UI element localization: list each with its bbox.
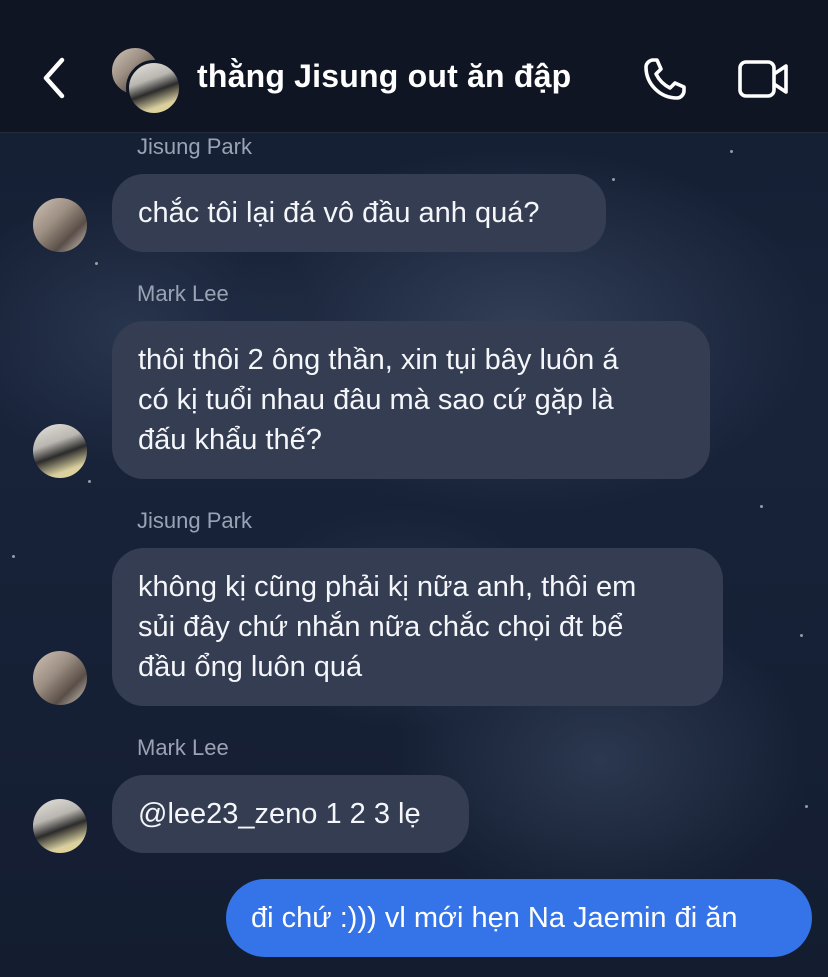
message-text: không kị cũng phải kị nữa anh, thôi em	[138, 571, 637, 603]
message-text: đấu khẩu thế?	[138, 424, 322, 456]
message-text: thôi thôi 2 ông thần, xin tụi bây luôn á	[138, 344, 619, 376]
sender-name: Jisung Park	[137, 508, 252, 533]
message-text: đầu ổng luôn quá	[138, 651, 363, 683]
my-message-text: đi chứ :))) vl mới hẹn Na Jaemin đi ăn	[251, 902, 738, 934]
back-button[interactable]	[36, 54, 76, 102]
call-button[interactable]	[640, 54, 690, 104]
message-bubble[interactable]: chắc tôi lại đá vô đầu anh quá?	[112, 174, 606, 252]
sender-name: Jisung Park	[137, 134, 252, 159]
message-text: @lee23_zeno 1 2 3 lẹ	[138, 798, 421, 830]
message-text: sủi đây chứ nhắn nữa chắc chọi đt bể	[138, 611, 624, 643]
avatar[interactable]	[33, 198, 87, 252]
chat-title[interactable]: thằng Jisung out ăn đập	[197, 58, 571, 95]
chat-header: thằng Jisung out ăn đập	[0, 0, 828, 133]
avatar[interactable]	[33, 424, 87, 478]
chevron-left-icon	[43, 57, 65, 99]
sender-name: Mark Lee	[137, 735, 229, 760]
group-avatar[interactable]	[110, 46, 182, 116]
sender-name: Mark Lee	[137, 281, 229, 306]
message-bubble[interactable]: thôi thôi 2 ông thần, xin tụi bây luôn á…	[112, 321, 710, 479]
message-bubble[interactable]: @lee23_zeno 1 2 3 lẹ	[112, 775, 469, 853]
phone-icon	[644, 58, 686, 100]
avatar[interactable]	[33, 651, 87, 705]
video-call-button[interactable]	[736, 56, 792, 104]
avatar[interactable]	[33, 799, 87, 853]
video-camera-icon	[738, 60, 788, 98]
group-avatar-front	[126, 60, 182, 116]
message-text: có kị tuổi nhau đâu mà sao cứ gặp là	[138, 384, 614, 416]
message-text: chắc tôi lại đá vô đầu anh quá?	[138, 197, 540, 229]
message-bubble[interactable]: không kị cũng phải kị nữa anh, thôi em s…	[112, 548, 723, 706]
my-message-bubble[interactable]: đi chứ :))) vl mới hẹn Na Jaemin đi ăn	[226, 879, 812, 957]
